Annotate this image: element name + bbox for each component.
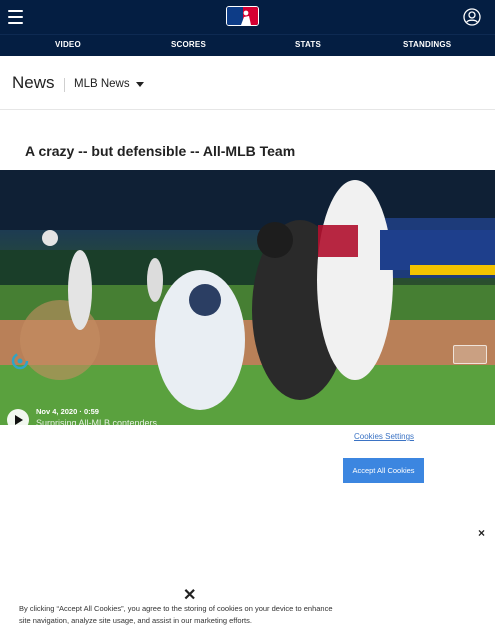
tab-video[interactable]: VIDEO (55, 40, 81, 49)
mlb-watermark-icon (453, 345, 487, 364)
accept-cookies-button[interactable]: Accept All Cookies (343, 458, 424, 483)
tab-standings[interactable]: STANDINGS (403, 40, 451, 49)
page-title: News (12, 73, 55, 92)
video-player[interactable] (0, 170, 495, 425)
cookie-settings-link[interactable]: Cookies Settings (354, 432, 414, 441)
main-nav: VIDEO SCORES STATS STANDINGS (0, 34, 495, 56)
article-headline[interactable]: A crazy -- but defensible -- All-MLB Tea… (25, 143, 295, 159)
title-divider (64, 78, 65, 92)
news-filter-dropdown[interactable]: MLB News (74, 78, 144, 90)
dropdown-label: MLB News (74, 78, 130, 90)
video-date: Nov 4, 2020 · 0:59 (36, 407, 99, 416)
video-frame (0, 170, 495, 425)
cookie-message: By clicking “Accept All Cookies”, you ag… (19, 604, 333, 625)
video-caption: Surprising All-MLB contenders (36, 418, 158, 425)
tab-stats[interactable]: STATS (295, 40, 321, 49)
close-icon[interactable]: × (478, 526, 485, 540)
caret-down-icon (135, 81, 144, 87)
section-header: News MLB News (0, 56, 495, 110)
loading-spinner-icon (11, 352, 29, 370)
tab-scores[interactable]: SCORES (171, 40, 206, 49)
menu-icon[interactable] (8, 10, 23, 24)
user-account-icon[interactable] (463, 8, 481, 26)
banner-close-icon[interactable]: ✕ (183, 585, 196, 605)
mlb-logo[interactable] (226, 6, 259, 26)
top-header (0, 0, 495, 34)
